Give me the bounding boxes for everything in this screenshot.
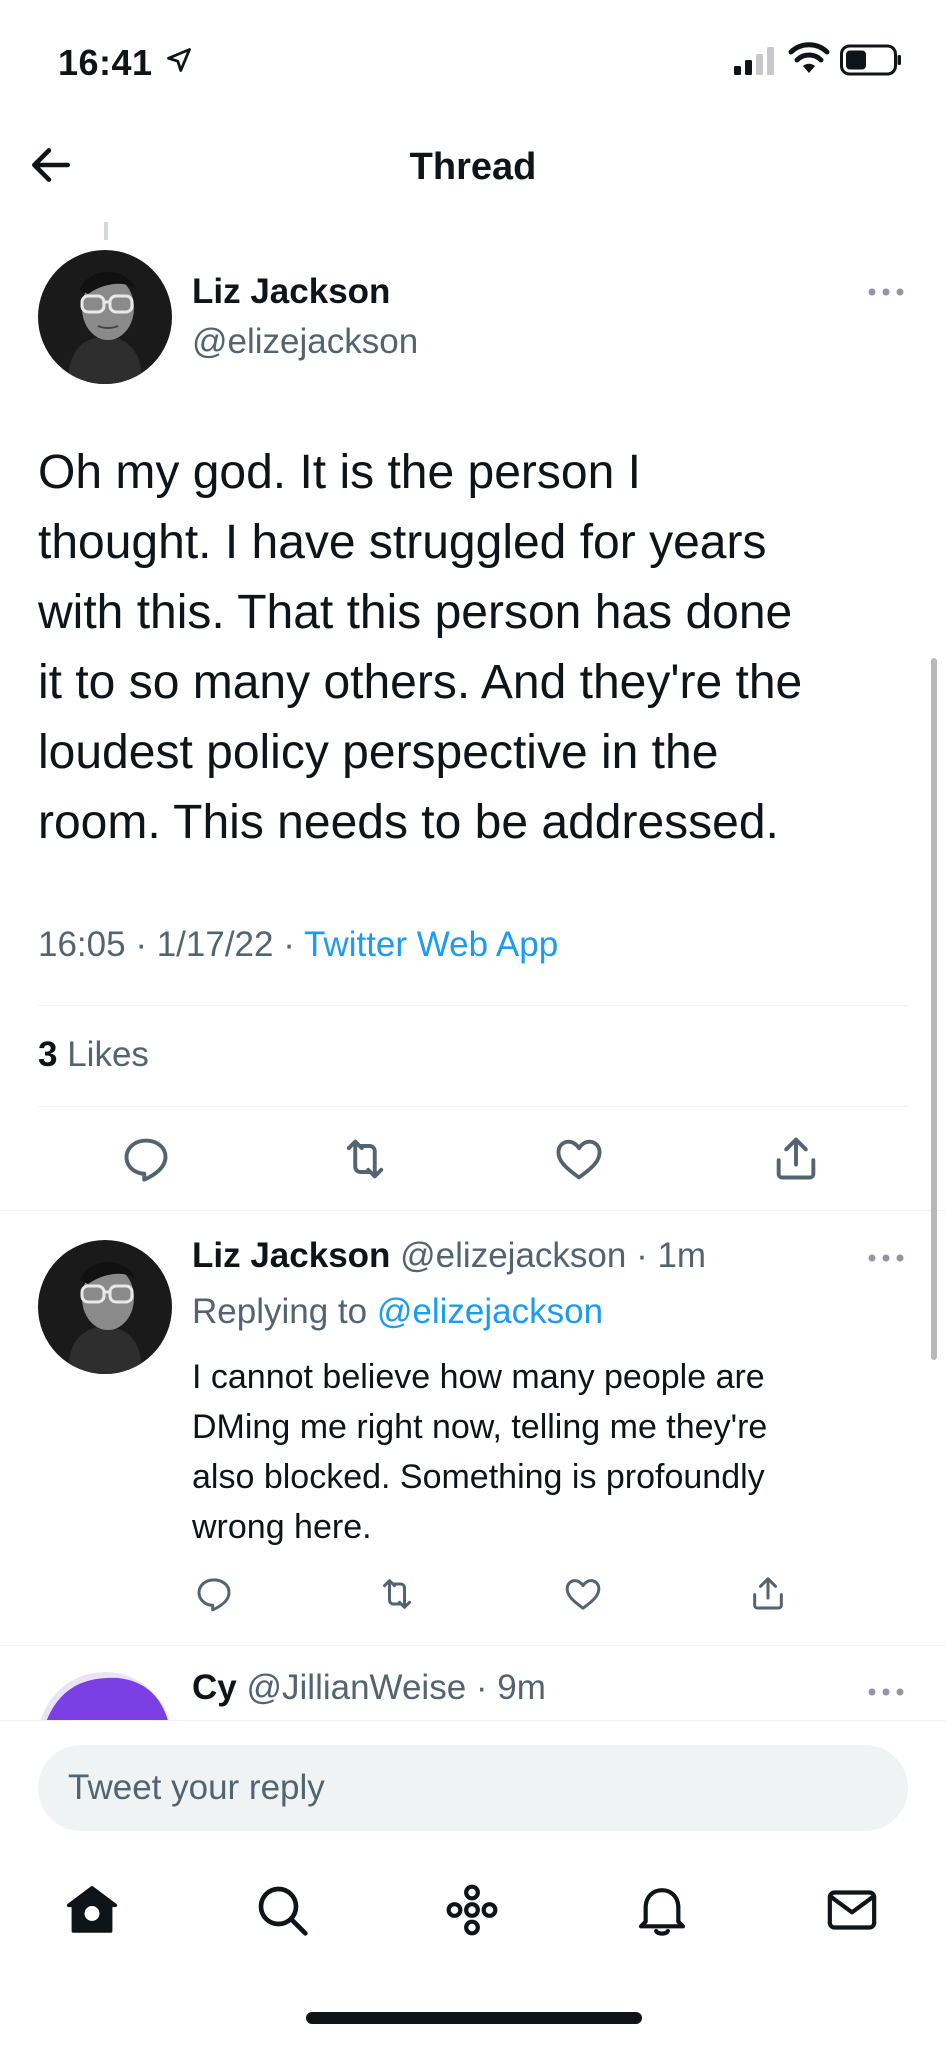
reply-icon[interactable] bbox=[194, 1574, 234, 1614]
divider bbox=[0, 1645, 946, 1646]
likes-label: Likes bbox=[67, 1035, 149, 1074]
next-tweet-header: Cy @JillianWeise · 9m bbox=[192, 1668, 546, 1707]
divider bbox=[38, 1005, 908, 1006]
tweet-source-link[interactable]: Twitter Web App bbox=[304, 925, 558, 964]
home-icon[interactable] bbox=[64, 1882, 120, 1938]
tweet-text: Oh my god. It is the person I thought. I… bbox=[38, 438, 918, 858]
share-icon[interactable] bbox=[770, 1131, 822, 1185]
scrollbar[interactable] bbox=[931, 658, 937, 1360]
author-handle[interactable]: @elizejackson bbox=[192, 322, 418, 362]
reply-icon[interactable] bbox=[120, 1133, 172, 1185]
tweet-text-line: room. This needs to be addressed. bbox=[38, 796, 779, 849]
reply-tweet-text: I cannot believe how many people are DMi… bbox=[192, 1352, 912, 1552]
more-options-icon[interactable] bbox=[866, 1250, 906, 1266]
tweet-meta: 16:05 · 1/17/22 · Twitter Web App bbox=[38, 925, 559, 964]
spaces-icon[interactable] bbox=[444, 1882, 500, 1938]
replying-to: Replying to @elizejackson bbox=[192, 1292, 603, 1332]
author-avatar[interactable] bbox=[38, 250, 172, 384]
tweet-text-line: it to so many others. And they're the bbox=[38, 656, 803, 709]
status-bar: 16:41 bbox=[0, 0, 946, 120]
tweet-time: 16:05 bbox=[38, 925, 126, 964]
reply-header: Liz Jackson @elizejackson · 1m bbox=[192, 1236, 707, 1275]
location-arrow-icon bbox=[167, 48, 191, 72]
status-time: 16:41 bbox=[58, 42, 153, 83]
reply-input[interactable] bbox=[38, 1745, 908, 1831]
next-tweet-age: 9m bbox=[497, 1668, 546, 1707]
like-heart-icon[interactable] bbox=[562, 1574, 604, 1614]
reply-text-line: I cannot believe how many people are bbox=[192, 1358, 765, 1396]
reply-author-handle[interactable]: @elizejackson bbox=[400, 1236, 626, 1275]
next-author-handle[interactable]: @JillianWeise bbox=[246, 1668, 466, 1707]
tweet-text-line: loudest policy perspective in the bbox=[38, 726, 719, 779]
battery-icon bbox=[840, 44, 901, 76]
retweet-icon[interactable] bbox=[338, 1133, 392, 1185]
reply-text-line: wrong here. bbox=[192, 1508, 372, 1546]
more-options-icon[interactable] bbox=[866, 1684, 906, 1700]
divider bbox=[0, 1210, 946, 1211]
thread-connector-line bbox=[104, 222, 108, 240]
share-icon[interactable] bbox=[748, 1572, 788, 1614]
tweet-text-line: thought. I have struggled for years bbox=[38, 516, 767, 569]
page-title: Thread bbox=[409, 146, 537, 188]
divider bbox=[38, 1106, 908, 1107]
reply-author-avatar[interactable] bbox=[38, 1240, 172, 1374]
replying-to-mention[interactable]: @elizejackson bbox=[377, 1292, 603, 1331]
more-options-icon[interactable] bbox=[866, 284, 906, 300]
tweet-date: 1/17/22 bbox=[156, 925, 274, 964]
reply-compose-bar bbox=[0, 1720, 946, 1850]
avatar-photo bbox=[38, 250, 172, 384]
retweet-icon[interactable] bbox=[376, 1574, 418, 1614]
cellular-signal-icon bbox=[734, 47, 774, 75]
messages-icon[interactable] bbox=[824, 1882, 880, 1938]
reply-age: 1m bbox=[657, 1236, 707, 1275]
likes-count-link[interactable]: 3 Likes bbox=[38, 1035, 149, 1075]
home-indicator[interactable] bbox=[306, 2012, 642, 2024]
next-author-name[interactable]: Cy bbox=[192, 1668, 237, 1707]
bottom-tab-bar bbox=[0, 1850, 946, 2048]
like-heart-icon[interactable] bbox=[552, 1133, 606, 1185]
wifi-icon bbox=[788, 42, 830, 73]
author-name[interactable]: Liz Jackson bbox=[192, 272, 390, 312]
replying-to-label: Replying to bbox=[192, 1292, 368, 1331]
nav-bar: Thread bbox=[0, 120, 946, 220]
likes-count: 3 bbox=[38, 1035, 58, 1074]
reply-author-name[interactable]: Liz Jackson bbox=[192, 1236, 390, 1275]
reply-text-line: also blocked. Something is profoundly bbox=[192, 1458, 765, 1496]
reply-text-line: DMing me right now, telling me they're bbox=[192, 1408, 768, 1446]
tweet-text-line: with this. That this person has done bbox=[38, 586, 793, 639]
tweet-text-line: Oh my god. It is the person I bbox=[38, 446, 641, 499]
avatar-photo bbox=[38, 1240, 172, 1374]
search-icon[interactable] bbox=[254, 1882, 310, 1938]
notifications-icon[interactable] bbox=[634, 1882, 690, 1938]
